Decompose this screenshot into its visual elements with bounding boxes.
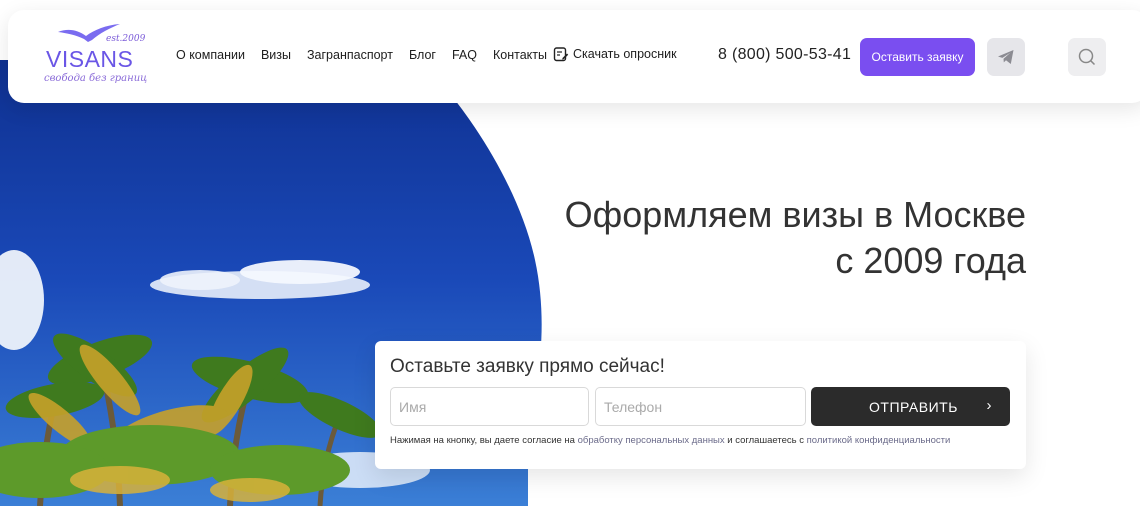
request-form: Оставьте заявку прямо сейчас! ОТПРАВИТЬ …: [375, 341, 1026, 469]
nav-item-about[interactable]: О компании: [176, 48, 245, 62]
search-icon: [1078, 48, 1096, 66]
phone-input[interactable]: [595, 387, 806, 426]
logo-wordmark: VISANS: [46, 46, 134, 72]
leave-request-button[interactable]: Оставить заявку: [860, 38, 975, 76]
download-label: Скачать опросник: [573, 47, 677, 61]
search-button[interactable]: [1068, 38, 1106, 76]
download-questionnaire-link[interactable]: Скачать опросник: [553, 46, 677, 62]
nav-item-visas[interactable]: Визы: [261, 48, 291, 62]
consent-prefix: Нажимая на кнопку, вы даете согласие на: [390, 435, 575, 446]
submit-button[interactable]: ОТПРАВИТЬ ›: [811, 387, 1010, 426]
form-title: Оставьте заявку прямо сейчас!: [390, 356, 665, 377]
nav-item-faq[interactable]: FAQ: [452, 48, 477, 62]
hero-headline: Оформляем визы в Москве с 2009 года: [565, 192, 1026, 284]
consent-text: Нажимая на кнопку, вы даете согласие на …: [390, 435, 950, 446]
logo-est: est.2009: [106, 34, 146, 44]
site-header: est.2009 VISANS свобода без границ О ком…: [8, 10, 1140, 103]
nav-item-blog[interactable]: Блог: [409, 48, 436, 62]
personal-data-link[interactable]: обработку персональных данных: [578, 435, 725, 446]
nav-item-passport[interactable]: Загранпаспорт: [307, 48, 393, 62]
main-nav: О компании Визы Загранпаспорт Блог FAQ К…: [176, 48, 563, 62]
name-input[interactable]: [390, 387, 589, 426]
nav-item-contacts[interactable]: Контакты: [493, 48, 547, 62]
submit-label: ОТПРАВИТЬ: [869, 399, 958, 415]
hero-headline-line2: с 2009 года: [835, 240, 1026, 281]
edit-document-icon: [553, 47, 569, 62]
telegram-button[interactable]: [987, 38, 1025, 76]
privacy-policy-link[interactable]: политикой конфиденциальности: [807, 435, 951, 446]
consent-middle: и соглашаетесь с: [727, 435, 804, 446]
telegram-icon: [998, 50, 1014, 64]
phone-number[interactable]: 8 (800) 500-53-41: [718, 46, 851, 64]
logo[interactable]: est.2009 VISANS свобода без границ: [44, 22, 147, 92]
logo-tagline: свобода без границ: [44, 73, 148, 84]
chevron-right-icon: ›: [986, 397, 992, 414]
hero-headline-line1: Оформляем визы в Москве: [564, 194, 1026, 235]
